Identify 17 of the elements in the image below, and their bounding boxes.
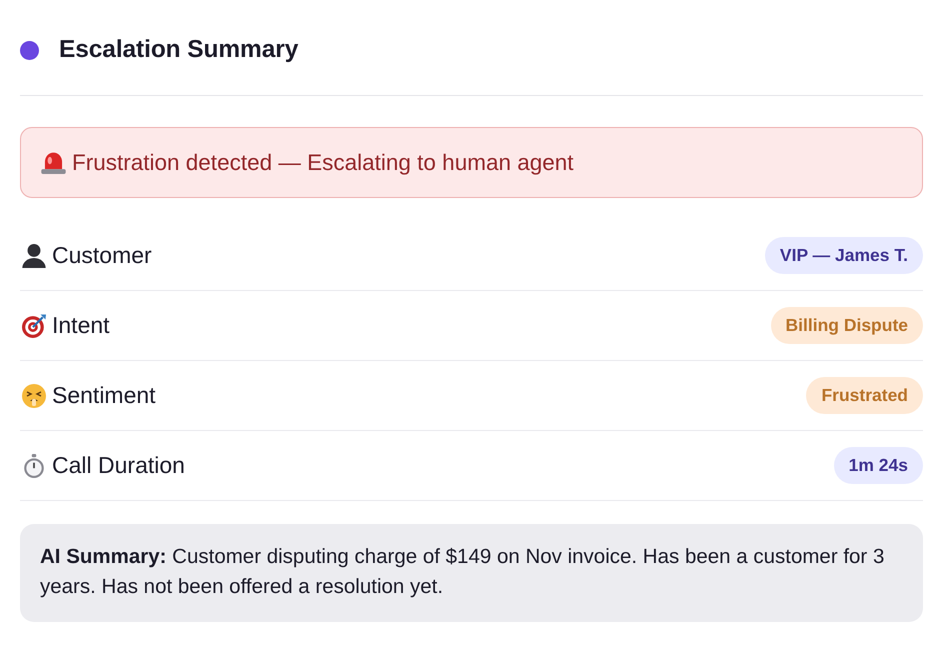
row-label: Intent xyxy=(52,312,111,339)
value-badge: Billing Dispute xyxy=(770,307,923,344)
face-icon xyxy=(22,384,46,408)
row-label: Call Duration xyxy=(52,452,186,479)
row-label: Customer xyxy=(52,242,153,269)
summary-text: AI Summary: Customer disputing charge of $149 on Nov invoice. Has been a customer for 3 years. Has not been offered a resolution yet. xyxy=(40,544,886,600)
value-badge: Frustrated xyxy=(806,377,923,414)
person-silhouette-icon xyxy=(22,244,46,268)
panel-title: Escalation Summary xyxy=(59,36,298,64)
alert-message: Frustration detected — Escalating to human agent xyxy=(72,150,574,176)
value-badge: 1m 24s xyxy=(834,447,923,484)
row-label: Sentiment xyxy=(52,382,157,409)
dot-icon xyxy=(20,40,39,60)
stopwatch-icon xyxy=(22,454,46,478)
target-icon xyxy=(22,314,46,338)
siren-light-icon xyxy=(41,152,66,174)
value-badge: VIP — James T. xyxy=(764,237,923,274)
